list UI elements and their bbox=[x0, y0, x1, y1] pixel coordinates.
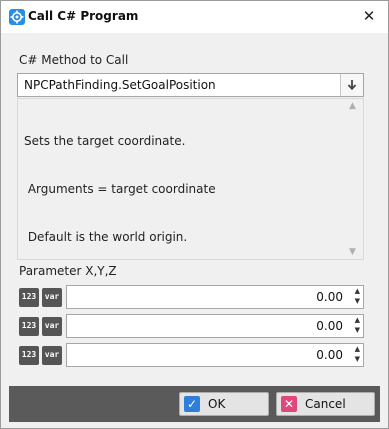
parameter-y-input[interactable]: 0.00 ▲ ▼ bbox=[66, 314, 364, 338]
number-mode-icon[interactable]: 123 bbox=[19, 317, 39, 336]
spin-down-icon[interactable]: ▼ bbox=[355, 355, 360, 363]
dialog-window: Call C# Program ✕ C# Method to Call NPCP… bbox=[0, 0, 389, 429]
spin-down-icon[interactable]: ▼ bbox=[355, 326, 360, 334]
dropdown-arrow-icon[interactable] bbox=[340, 74, 363, 96]
window-title: Call C# Program bbox=[28, 9, 139, 23]
ok-button[interactable]: ✓ OK bbox=[179, 392, 269, 416]
parameter-z-input[interactable]: 0.00 ▲ ▼ bbox=[66, 343, 364, 367]
method-dropdown[interactable]: NPCPathFinding.SetGoalPosition bbox=[17, 73, 364, 97]
title-bar: Call C# Program ✕ bbox=[1, 1, 388, 33]
close-button[interactable]: ✕ bbox=[358, 6, 380, 26]
scroll-down-icon[interactable]: ▼ bbox=[349, 247, 356, 257]
button-bar: ✓ OK ✕ Cancel bbox=[9, 386, 380, 422]
parameter-x-spinner[interactable]: ▲ ▼ bbox=[347, 286, 363, 308]
spin-up-icon[interactable]: ▲ bbox=[355, 287, 360, 295]
variable-mode-icon[interactable]: var bbox=[42, 288, 62, 307]
cancel-button[interactable]: ✕ Cancel bbox=[276, 392, 375, 416]
parameter-y-value: 0.00 bbox=[316, 319, 343, 333]
check-icon: ✓ bbox=[184, 396, 200, 412]
spin-down-icon[interactable]: ▼ bbox=[355, 297, 360, 305]
description-line: Default is the world origin. bbox=[24, 230, 188, 244]
method-selected-value: NPCPathFinding.SetGoalPosition bbox=[24, 78, 216, 92]
method-description: Sets the target coordinate. Arguments = … bbox=[17, 98, 364, 260]
method-label: C# Method to Call bbox=[19, 53, 129, 67]
number-mode-icon[interactable]: 123 bbox=[19, 288, 39, 307]
parameter-row-y: 123 var 0.00 ▲ ▼ bbox=[17, 314, 364, 340]
parameter-x-input[interactable]: 0.00 ▲ ▼ bbox=[66, 285, 364, 309]
ok-button-label: OK bbox=[208, 397, 226, 411]
parameters-label: Parameter X,Y,Z bbox=[19, 264, 117, 278]
variable-mode-icon[interactable]: var bbox=[42, 317, 62, 336]
scroll-up-icon[interactable]: ▲ bbox=[349, 101, 356, 111]
number-mode-icon[interactable]: 123 bbox=[19, 346, 39, 365]
spin-up-icon[interactable]: ▲ bbox=[355, 345, 360, 353]
description-line: Arguments = target coordinate bbox=[24, 182, 216, 196]
app-gear-icon bbox=[9, 9, 25, 25]
description-line: Sets the target coordinate. bbox=[24, 134, 186, 148]
parameter-x-value: 0.00 bbox=[316, 290, 343, 304]
parameter-row-x: 123 var 0.00 ▲ ▼ bbox=[17, 285, 364, 311]
parameter-z-spinner[interactable]: ▲ ▼ bbox=[347, 344, 363, 366]
cancel-button-label: Cancel bbox=[305, 397, 346, 411]
parameter-z-value: 0.00 bbox=[316, 348, 343, 362]
description-scrollbar[interactable]: ▲ ▼ bbox=[346, 99, 363, 259]
parameter-row-z: 123 var 0.00 ▲ ▼ bbox=[17, 343, 364, 369]
parameter-y-spinner[interactable]: ▲ ▼ bbox=[347, 315, 363, 337]
spin-up-icon[interactable]: ▲ bbox=[355, 316, 360, 324]
variable-mode-icon[interactable]: var bbox=[42, 346, 62, 365]
cross-icon: ✕ bbox=[281, 396, 297, 412]
